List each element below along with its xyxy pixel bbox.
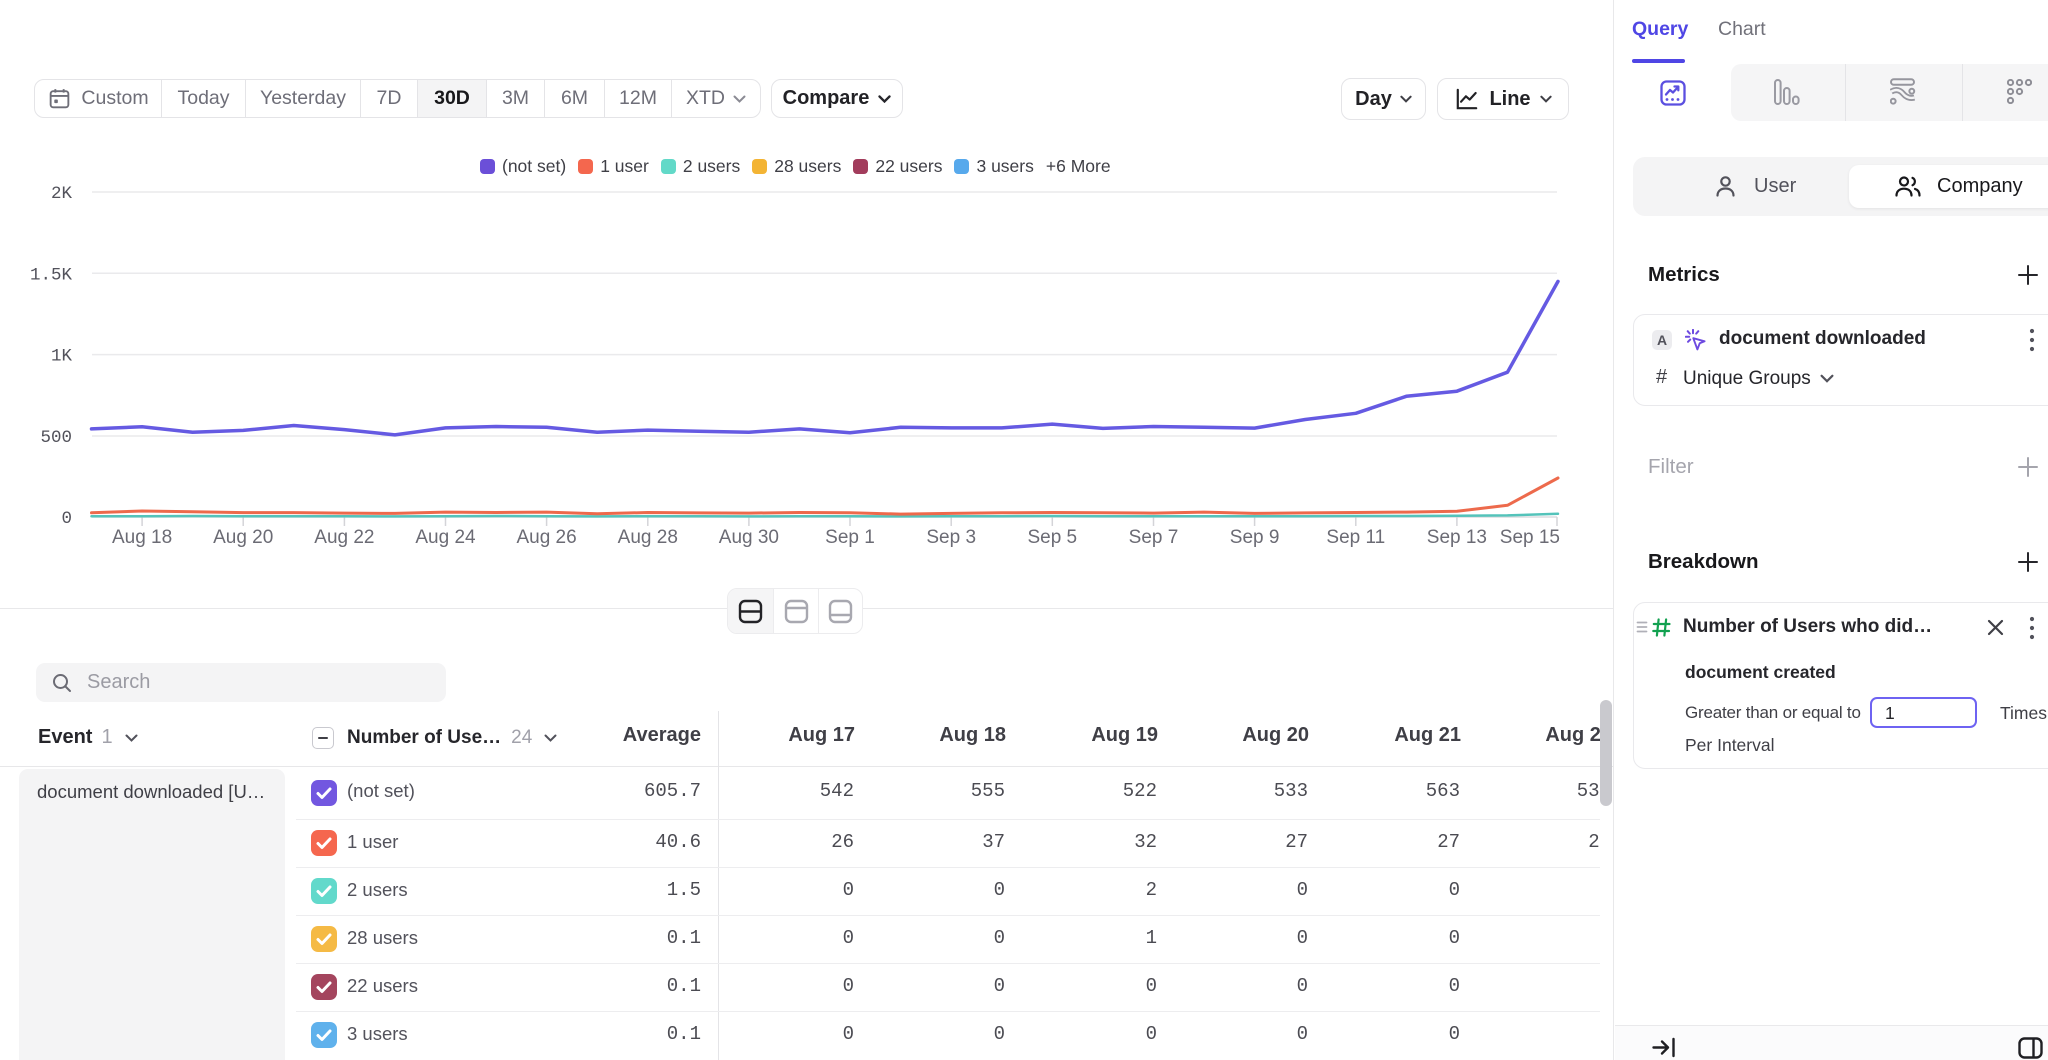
svg-text:2K: 2K xyxy=(51,184,73,204)
svg-text:Aug 18: Aug 18 xyxy=(112,527,172,548)
svg-text:Aug 24: Aug 24 xyxy=(415,527,476,548)
svg-text:Aug 28: Aug 28 xyxy=(618,527,678,548)
svg-text:Sep 1: Sep 1 xyxy=(825,527,875,548)
svg-text:0: 0 xyxy=(61,509,72,529)
svg-text:Aug 22: Aug 22 xyxy=(314,527,374,548)
svg-text:Sep 15: Sep 15 xyxy=(1500,527,1560,548)
svg-text:500: 500 xyxy=(40,428,72,448)
svg-text:Sep 7: Sep 7 xyxy=(1129,527,1179,548)
svg-text:1K: 1K xyxy=(51,347,73,367)
svg-text:Sep 11: Sep 11 xyxy=(1326,527,1385,548)
svg-text:Aug 26: Aug 26 xyxy=(516,527,576,548)
svg-text:Aug 30: Aug 30 xyxy=(719,527,779,548)
svg-text:1.5K: 1.5K xyxy=(30,265,73,285)
svg-text:Sep 3: Sep 3 xyxy=(926,527,976,548)
svg-text:Aug 20: Aug 20 xyxy=(213,527,273,548)
svg-text:Sep 5: Sep 5 xyxy=(1027,527,1077,548)
svg-text:Sep 9: Sep 9 xyxy=(1230,527,1280,548)
svg-text:Sep 13: Sep 13 xyxy=(1427,527,1487,548)
